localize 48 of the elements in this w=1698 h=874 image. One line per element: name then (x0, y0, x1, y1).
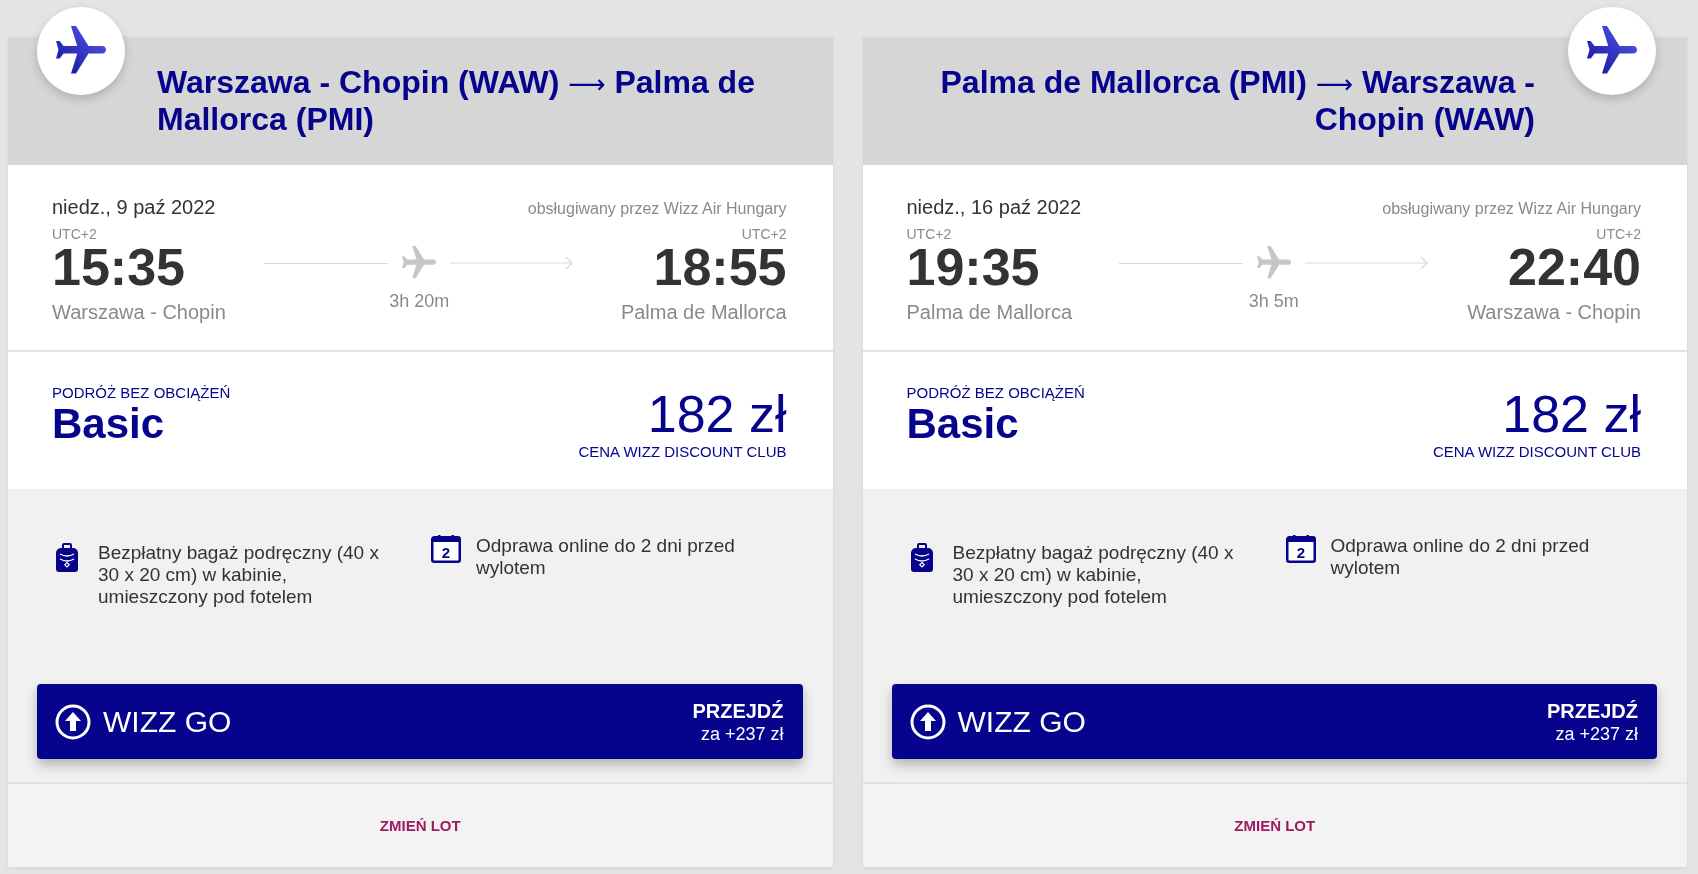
calendar-icon: 2 (431, 535, 461, 563)
price-text: 182 zł (647, 388, 787, 440)
fare-label: PODRÓŻ BEZ OBCIĄŻEŃ (906, 384, 1085, 402)
feature-text: Bezpłatny bagaż podręczny (40 x 30 x 20 cm) w kabinie, umieszczony pod fotelem (952, 542, 1235, 608)
fare-name: Basic (906, 402, 1019, 446)
timezone-label: UTC+2 (906, 226, 952, 242)
change-flight-link[interactable]: ZMIEŃ LOT (379, 816, 461, 835)
price-text: 182 zł (1502, 388, 1641, 440)
feature-text: Bezpłatny bagaż podręczny (40 x 30 x 20 cm) w kabinie, umieszczony pod fotelem (98, 542, 380, 608)
backpack-icon (56, 542, 78, 572)
arrival-time: 22:40 (1508, 242, 1641, 292)
duration-text: 3h 5m (1248, 290, 1299, 312)
departure-airport: Warszawa - Chopin (52, 300, 226, 324)
timezone-label: UTC+2 (52, 226, 97, 242)
change-flight-link[interactable]: ZMIEŃ LOT (1234, 816, 1316, 835)
plane-icon (402, 246, 437, 280)
feature-text: Odprawa online do 2 dni przed wylotem (1330, 535, 1591, 579)
plane-icon (1568, 7, 1656, 95)
departure-time: 19:35 (906, 242, 1040, 292)
timezone-label: UTC+2 (741, 226, 787, 242)
arrow-up-circle-icon (909, 703, 946, 740)
arrival-airport: Palma de Mallorca (620, 300, 787, 324)
fare-label: PODRÓŻ BEZ OBCIĄŻEŃ (52, 384, 231, 402)
backpack-icon (910, 542, 933, 572)
operator-text: obsługiwany przez Wizz Air Hungary (527, 199, 787, 219)
plane-icon (1256, 246, 1291, 280)
arrow-icon (450, 256, 575, 270)
duration-text: 3h 20m (389, 290, 450, 312)
price-note: CENA WIZZ DISCOUNT CLUB (578, 443, 787, 461)
upgrade-button[interactable]: WIZZ GO PRZEJDŹ za +237 zł (37, 684, 803, 759)
arrival-time: 18:55 (653, 242, 787, 292)
flight-date: niedz., 9 paź 2022 (52, 195, 216, 220)
feature-text: Odprawa online do 2 dni przed wylotem (476, 535, 736, 579)
timezone-label: UTC+2 (1596, 226, 1641, 242)
fare-name: Basic (52, 402, 165, 446)
arrival-airport: Warszawa - Chopin (1467, 300, 1641, 324)
departure-airport: Palma de Mallorca (906, 300, 1073, 324)
arrow-up-circle-icon (55, 703, 91, 740)
price-note: CENA WIZZ DISCOUNT CLUB (1432, 443, 1641, 461)
departure-time: 15:35 (52, 242, 185, 292)
arrow-icon (1304, 256, 1429, 270)
upgrade-button[interactable]: WIZZ GO PRZEJDŹ za +237 zł (891, 684, 1657, 759)
route-title: Palma de Mallorca (PMI) ⟶ Warszawa - Chopin (WAW) (939, 65, 1535, 137)
route-title: Warszawa - Chopin (WAW) ⟶ Palma de Mallorca (PMI) (157, 65, 756, 137)
calendar-icon: 2 (1285, 535, 1316, 563)
flight-date: niedz., 16 paź 2022 (906, 195, 1082, 220)
plane-icon (37, 7, 125, 95)
operator-text: obsługiwany przez Wizz Air Hungary (1382, 199, 1641, 219)
